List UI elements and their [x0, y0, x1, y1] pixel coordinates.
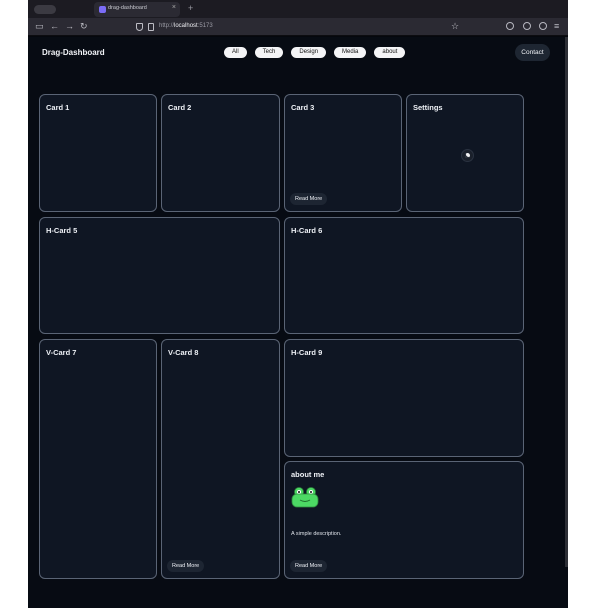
card-title: about me: [291, 470, 325, 479]
card-title: Card 1: [46, 103, 70, 112]
url-port: :5173: [197, 23, 213, 29]
tab-close-icon[interactable]: ×: [172, 4, 176, 11]
filter-all[interactable]: All: [224, 47, 247, 58]
read-more-button[interactable]: Read More: [167, 560, 205, 572]
shield-icon[interactable]: [136, 23, 143, 31]
h-card-6[interactable]: H-Card 6: [284, 217, 524, 334]
card-3[interactable]: Card 3 Read More: [284, 94, 402, 212]
scrollbar[interactable]: [565, 37, 568, 567]
card-title: Card 2: [168, 103, 192, 112]
reload-icon[interactable]: ↻: [80, 21, 88, 32]
h-card-9[interactable]: H-Card 9: [284, 339, 524, 457]
card-title: H-Card 9: [291, 348, 323, 357]
new-tab-icon[interactable]: +: [188, 3, 193, 13]
page-info-icon[interactable]: [148, 23, 154, 31]
account-icon[interactable]: [523, 22, 531, 30]
filter-design[interactable]: Design: [291, 47, 327, 58]
menu-icon[interactable]: ≡: [554, 21, 559, 32]
navigation-bar: ▭ ← → ↻ http://localhost:5173 ☆ ≡: [28, 18, 568, 36]
card-2[interactable]: Card 2: [161, 94, 280, 212]
brand-title: Drag-Dashboard: [42, 48, 105, 57]
back-icon[interactable]: ←: [50, 21, 59, 32]
card-title: Card 3: [291, 103, 315, 112]
url-prefix: http://: [159, 23, 175, 29]
read-more-button[interactable]: Read More: [290, 193, 328, 205]
about-description: A simple description.: [291, 531, 342, 537]
page-content: Drag-Dashboard All Tech Design Media abo…: [28, 37, 568, 608]
sidebar-icon[interactable]: ▭: [35, 21, 44, 32]
card-title: H-Card 5: [46, 226, 78, 235]
card-title: V-Card 7: [46, 348, 77, 357]
bookmark-star-icon[interactable]: ☆: [451, 21, 459, 32]
extensions-icon[interactable]: [539, 22, 547, 30]
card-1[interactable]: Card 1: [39, 94, 157, 212]
settings-card[interactable]: Settings: [406, 94, 524, 212]
filter-tech[interactable]: Tech: [254, 47, 284, 58]
frog-icon: [291, 487, 319, 508]
tab-bar: drag-dashboard × +: [28, 0, 568, 18]
address-bar[interactable]: http://localhost:5173: [159, 23, 213, 29]
v-card-8[interactable]: V-Card 8 Read More: [161, 339, 280, 579]
shield-toolbar-icon[interactable]: [506, 22, 514, 30]
browser-window: drag-dashboard × + ▭ ← → ↻ http://localh…: [28, 0, 568, 608]
url-host: localhost: [174, 23, 198, 29]
favicon-icon: [99, 6, 106, 13]
forward-icon[interactable]: →: [65, 21, 74, 32]
card-title: Settings: [413, 103, 443, 112]
about-me-card[interactable]: about me A simple description. Read More: [284, 461, 524, 579]
v-card-7[interactable]: V-Card 7: [39, 339, 157, 579]
tab-title: drag-dashboard: [108, 5, 147, 11]
filter-media[interactable]: Media: [334, 47, 367, 58]
h-card-5[interactable]: H-Card 5: [39, 217, 280, 334]
card-title: V-Card 8: [168, 348, 199, 357]
window-controls[interactable]: [34, 5, 56, 14]
moon-icon[interactable]: [461, 149, 474, 162]
browser-tab[interactable]: drag-dashboard ×: [94, 2, 180, 17]
filter-pills: All Tech Design Media about: [224, 47, 406, 58]
card-title: H-Card 6: [291, 226, 323, 235]
contact-button[interactable]: Contact: [515, 44, 550, 61]
filter-about[interactable]: about: [374, 47, 406, 58]
read-more-button[interactable]: Read More: [290, 560, 328, 572]
